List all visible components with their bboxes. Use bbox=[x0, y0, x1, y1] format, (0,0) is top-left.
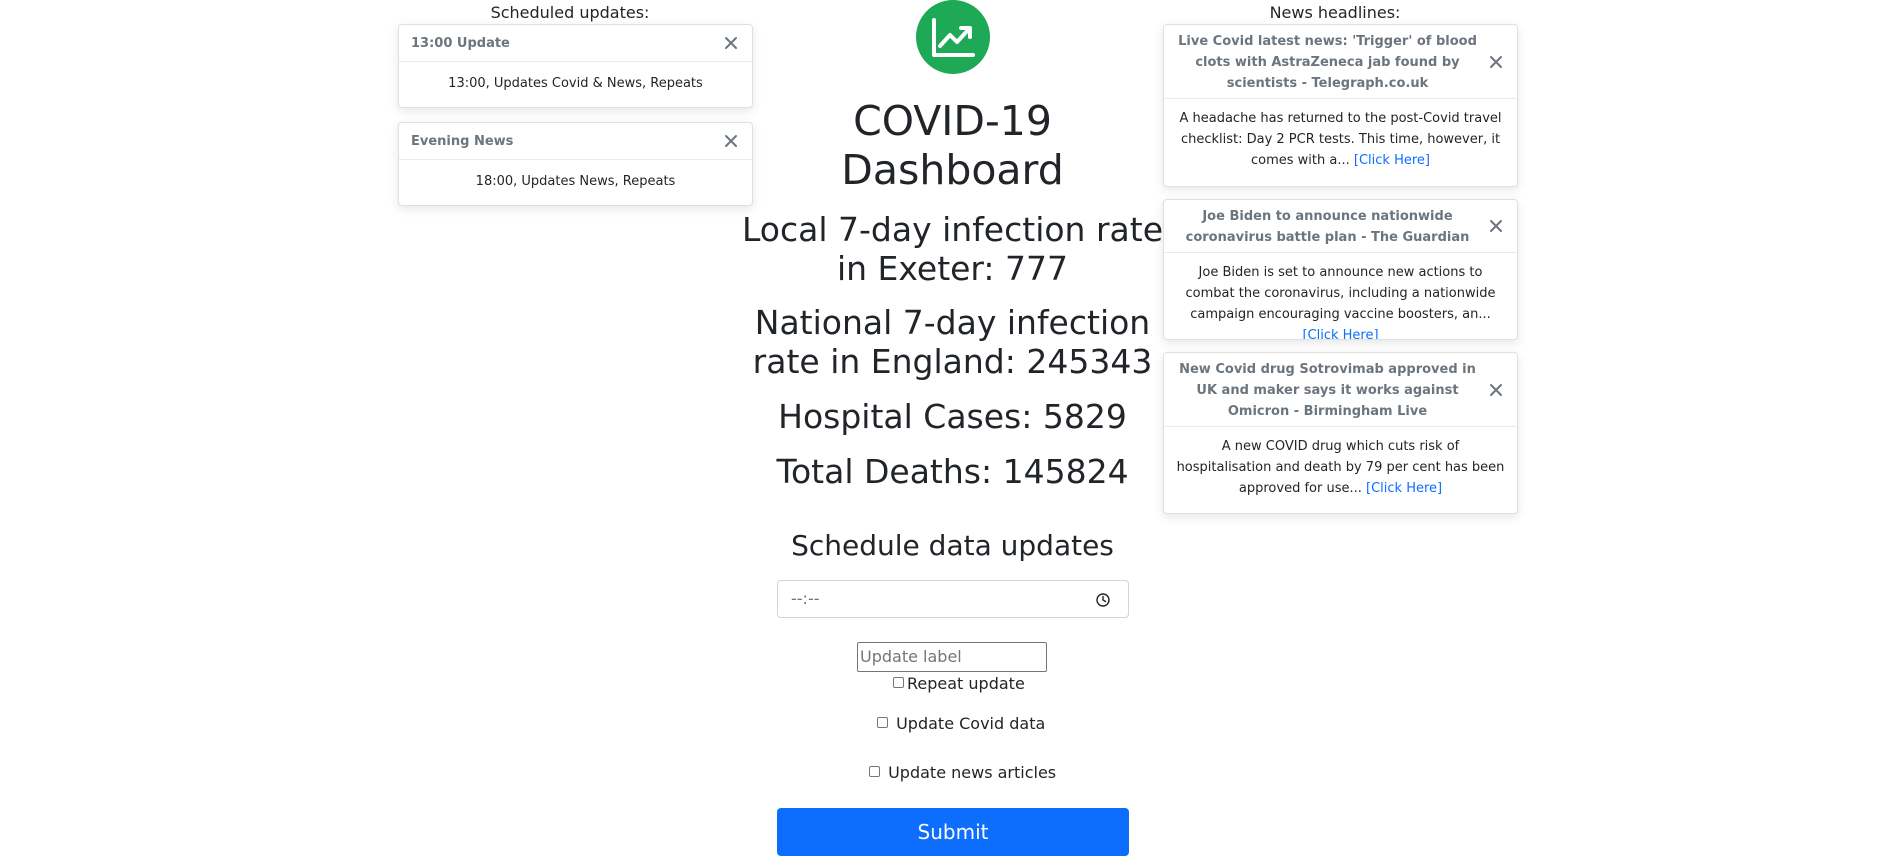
news-summary: Joe Biden is set to announce new actions… bbox=[1164, 253, 1517, 339]
scheduled-update-label: 13:00 Update bbox=[411, 36, 510, 51]
news-summary-text: A new COVID drug which cuts risk of hosp… bbox=[1176, 439, 1505, 496]
news-summary-text: Joe Biden is set to announce new actions… bbox=[1185, 265, 1496, 322]
close-icon[interactable] bbox=[1488, 54, 1504, 70]
time-input[interactable]: --:-- bbox=[777, 580, 1129, 618]
update-covid-option: Update Covid data bbox=[877, 714, 1045, 734]
news-headline-header: Joe Biden to announce nationwide coronav… bbox=[1164, 200, 1517, 253]
scheduled-updates-title: Scheduled updates: bbox=[490, 3, 650, 22]
close-icon[interactable] bbox=[1488, 218, 1504, 234]
repeat-update-checkbox[interactable] bbox=[893, 677, 904, 688]
clock-icon[interactable] bbox=[1096, 592, 1110, 607]
news-card: Joe Biden to announce nationwide coronav… bbox=[1163, 199, 1518, 340]
national-infection-rate: National 7-day infection rate in England… bbox=[752, 303, 1153, 381]
update-news-option: Update news articles bbox=[869, 763, 1056, 783]
news-headline: New Covid drug Sotrovimab approved in UK… bbox=[1179, 362, 1476, 419]
scheduled-update-card: 13:00 Update 13:00, Updates Covid & News… bbox=[398, 24, 753, 108]
scheduled-update-label: Evening News bbox=[411, 134, 514, 149]
close-icon[interactable] bbox=[723, 133, 739, 149]
news-card: New Covid drug Sotrovimab approved in UK… bbox=[1163, 352, 1518, 514]
page-title: COVID-19 Dashboard bbox=[841, 97, 1064, 194]
news-card: Live Covid latest news: 'Trigger' of blo… bbox=[1163, 24, 1518, 187]
update-label-input[interactable]: Update label bbox=[857, 642, 1047, 672]
click-here-link[interactable]: [Click Here] bbox=[1302, 328, 1378, 339]
news-headlines-title: News headlines: bbox=[1269, 3, 1401, 22]
scheduled-update-detail: 13:00, Updates Covid & News, Repeats bbox=[448, 76, 703, 91]
update-covid-label: Update Covid data bbox=[896, 714, 1046, 733]
local-infection-rate: Local 7-day infection rate in Exeter: 77… bbox=[742, 210, 1163, 288]
news-headline: Live Covid latest news: 'Trigger' of blo… bbox=[1178, 34, 1477, 91]
total-deaths: Total Deaths: 145824 bbox=[776, 452, 1129, 491]
scheduled-update-header: Evening News bbox=[399, 123, 752, 160]
repeat-update-label: Repeat update bbox=[907, 674, 1025, 693]
news-headline-header: New Covid drug Sotrovimab approved in UK… bbox=[1164, 353, 1517, 427]
schedule-heading: Schedule data updates bbox=[791, 529, 1114, 562]
update-covid-checkbox[interactable] bbox=[877, 717, 888, 728]
close-icon[interactable] bbox=[723, 35, 739, 51]
scheduled-update-detail: 18:00, Updates News, Repeats bbox=[475, 174, 676, 189]
scheduled-update-header: 13:00 Update bbox=[399, 25, 752, 62]
news-headline-header: Live Covid latest news: 'Trigger' of blo… bbox=[1164, 25, 1517, 99]
close-icon[interactable] bbox=[1488, 382, 1504, 398]
submit-button[interactable]: Submit bbox=[777, 808, 1129, 856]
click-here-link[interactable]: [Click Here] bbox=[1366, 481, 1442, 496]
news-summary: A new COVID drug which cuts risk of hosp… bbox=[1164, 427, 1517, 508]
news-summary: A headache has returned to the post-Covi… bbox=[1164, 99, 1517, 180]
click-here-link[interactable]: [Click Here] bbox=[1354, 153, 1430, 168]
update-news-label: Update news articles bbox=[888, 763, 1057, 782]
time-input-value: --:-- bbox=[791, 589, 820, 608]
news-summary-text: A headache has returned to the post-Covi… bbox=[1179, 111, 1502, 168]
news-headline: Joe Biden to announce nationwide coronav… bbox=[1185, 209, 1470, 245]
trending-up-chart-icon bbox=[916, 0, 990, 74]
scheduled-update-card: Evening News 18:00, Updates News, Repeat… bbox=[398, 122, 753, 206]
repeat-update-option: Repeat update bbox=[893, 674, 1025, 694]
update-news-checkbox[interactable] bbox=[869, 766, 880, 777]
hospital-cases: Hospital Cases: 5829 bbox=[778, 397, 1127, 436]
